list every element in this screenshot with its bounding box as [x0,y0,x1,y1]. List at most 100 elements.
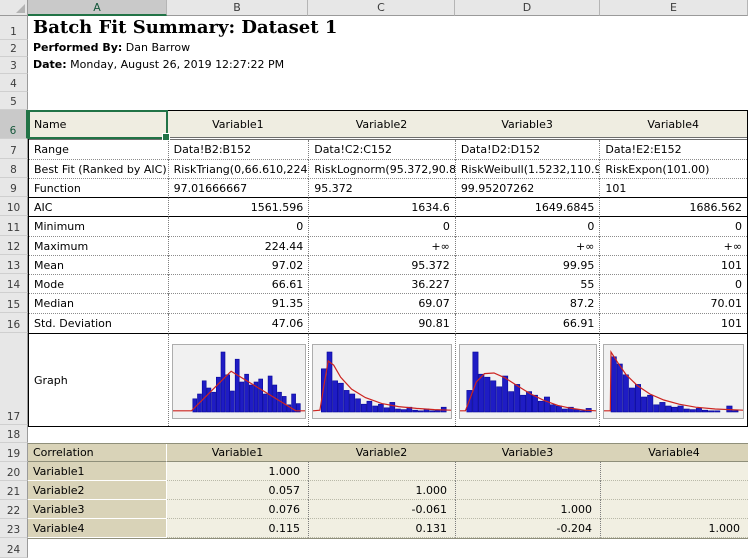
stats-cell[interactable]: Data!C2:C152 [308,140,455,160]
row-header-3[interactable]: 3 [0,57,28,74]
row-header-6[interactable]: 6 [0,110,28,139]
fit-histogram-variable4[interactable] [603,344,744,419]
stats-cell[interactable]: RiskWeibull(1.5232,110.92 [455,160,600,179]
stats-cell[interactable]: 95.372 [308,256,455,275]
stats-cell[interactable]: RiskLognorm(95.372,90.810 [308,160,455,179]
stats-cell[interactable]: 47.06 [168,314,309,334]
column-header-E[interactable]: E [600,0,748,16]
corr-header-variable4[interactable]: Variable4 [600,444,748,462]
stats-cell[interactable]: 0 [599,217,747,237]
stats-cell[interactable]: Data!D2:D152 [455,140,600,160]
row-header-7[interactable]: 7 [0,139,28,159]
stats-row-label[interactable]: Mode [29,275,168,294]
graph-row-label[interactable]: Graph [29,334,168,426]
fit-histogram-variable3[interactable] [459,344,597,419]
corr-cell[interactable]: 0.076 [167,500,308,519]
stats-cell[interactable]: 87.2 [455,294,600,314]
stats-cell[interactable]: 55 [455,275,600,294]
corr-cell[interactable] [600,500,748,519]
fit-histogram-variable1[interactable] [172,344,306,419]
graph-cell-variable3[interactable] [455,334,600,426]
stats-cell[interactable]: 1686.562 [599,198,747,217]
stats-cell[interactable]: 101 [599,179,747,198]
row-header-21[interactable]: 21 [0,481,28,500]
row-header-11[interactable]: 11 [0,216,28,236]
row-header-19[interactable]: 19 [0,443,28,462]
stats-cell[interactable]: 70.01 [599,294,747,314]
select-all-corner[interactable] [0,0,28,16]
stats-cell[interactable]: 101 [599,314,747,334]
stats-cell[interactable]: 97.01666667 [168,179,309,198]
corr-cell[interactable] [455,481,600,500]
stats-cell[interactable]: 99.95207262 [455,179,600,198]
graph-cell-variable1[interactable] [168,334,309,426]
column-header-C[interactable]: C [308,0,455,16]
stats-row-label[interactable]: Std. Deviation [29,314,168,334]
column-header-A[interactable]: A [28,0,167,16]
stats-cell[interactable]: +∞ [308,237,455,256]
graph-cell-variable4[interactable] [599,334,747,426]
corr-header-variable3[interactable]: Variable3 [455,444,600,462]
row-header-15[interactable]: 15 [0,293,28,313]
stats-cell[interactable]: 99.95 [455,256,600,275]
row-header-24[interactable]: 24 [0,538,28,558]
graph-cell-variable2[interactable] [308,334,455,426]
stats-cell[interactable]: 90.81 [308,314,455,334]
stats-row-label[interactable]: Maximum [29,237,168,256]
corr-cell[interactable]: 1.000 [308,481,455,500]
date-line[interactable]: Date: Monday, August 26, 2019 12:27:22 P… [33,58,284,71]
corr-row-label[interactable]: Variable1 [28,462,167,481]
stats-cell[interactable]: 0 [455,217,600,237]
corr-cell[interactable]: 1.000 [455,500,600,519]
stats-cell[interactable]: 101 [599,256,747,275]
corr-row-label[interactable]: Variable3 [28,500,167,519]
stats-cell[interactable]: RiskTriang(0,66.610,224.44) [168,160,309,179]
stats-row-label[interactable]: Function [29,179,168,198]
row-header-13[interactable]: 13 [0,255,28,274]
stats-cell[interactable]: 0 [168,217,309,237]
stats-row-label[interactable]: Best Fit (Ranked by AIC) [29,160,168,179]
stats-cell[interactable]: +∞ [599,237,747,256]
corr-cell[interactable] [455,462,600,481]
corr-cell[interactable]: 0.131 [308,519,455,538]
row-header-23[interactable]: 23 [0,519,28,538]
stats-cell[interactable]: 91.35 [168,294,309,314]
stats-cell[interactable]: 1649.6845 [455,198,600,217]
corr-row-label[interactable]: Variable2 [28,481,167,500]
stats-cell[interactable]: 1634.6 [308,198,455,217]
row-header-17[interactable]: 17 [0,333,28,425]
stats-cell[interactable]: +∞ [455,237,600,256]
stats-row-label[interactable]: Median [29,294,168,314]
stats-cell[interactable]: 0 [599,275,747,294]
corr-cell[interactable] [600,462,748,481]
row-header-10[interactable]: 10 [0,197,28,216]
stats-cell[interactable]: 66.61 [168,275,309,294]
row-header-2[interactable]: 2 [0,40,28,57]
corr-cell[interactable] [600,481,748,500]
column-header-D[interactable]: D [455,0,600,16]
stats-header-variable1[interactable]: Variable1 [168,111,309,137]
corr-cell[interactable]: 0.115 [167,519,308,538]
row-header-12[interactable]: 12 [0,236,28,255]
stats-header-variable2[interactable]: Variable2 [308,111,455,137]
stats-cell[interactable]: 36.227 [308,275,455,294]
row-header-9[interactable]: 9 [0,178,28,197]
corr-cell[interactable]: 1.000 [167,462,308,481]
corr-header-label[interactable]: Correlation [28,444,167,462]
stats-cell[interactable]: 69.07 [308,294,455,314]
stats-cell[interactable]: RiskExpon(101.00) [599,160,747,179]
corr-cell[interactable]: 0.057 [167,481,308,500]
stats-cell[interactable]: 95.372 [308,179,455,198]
stats-cell[interactable]: 224.44 [168,237,309,256]
stats-row-label[interactable]: Mean [29,256,168,275]
fit-histogram-variable2[interactable] [312,344,452,419]
corr-cell[interactable]: 1.000 [600,519,748,538]
stats-cell[interactable]: 1561.596 [168,198,309,217]
row-header-14[interactable]: 14 [0,274,28,293]
row-header-5[interactable]: 5 [0,92,28,110]
stats-cell[interactable]: Data!E2:E152 [599,140,747,160]
corr-cell[interactable] [308,462,455,481]
stats-header-variable4[interactable]: Variable4 [599,111,747,137]
corr-header-variable2[interactable]: Variable2 [308,444,455,462]
stats-row-label[interactable]: Range [29,140,168,160]
